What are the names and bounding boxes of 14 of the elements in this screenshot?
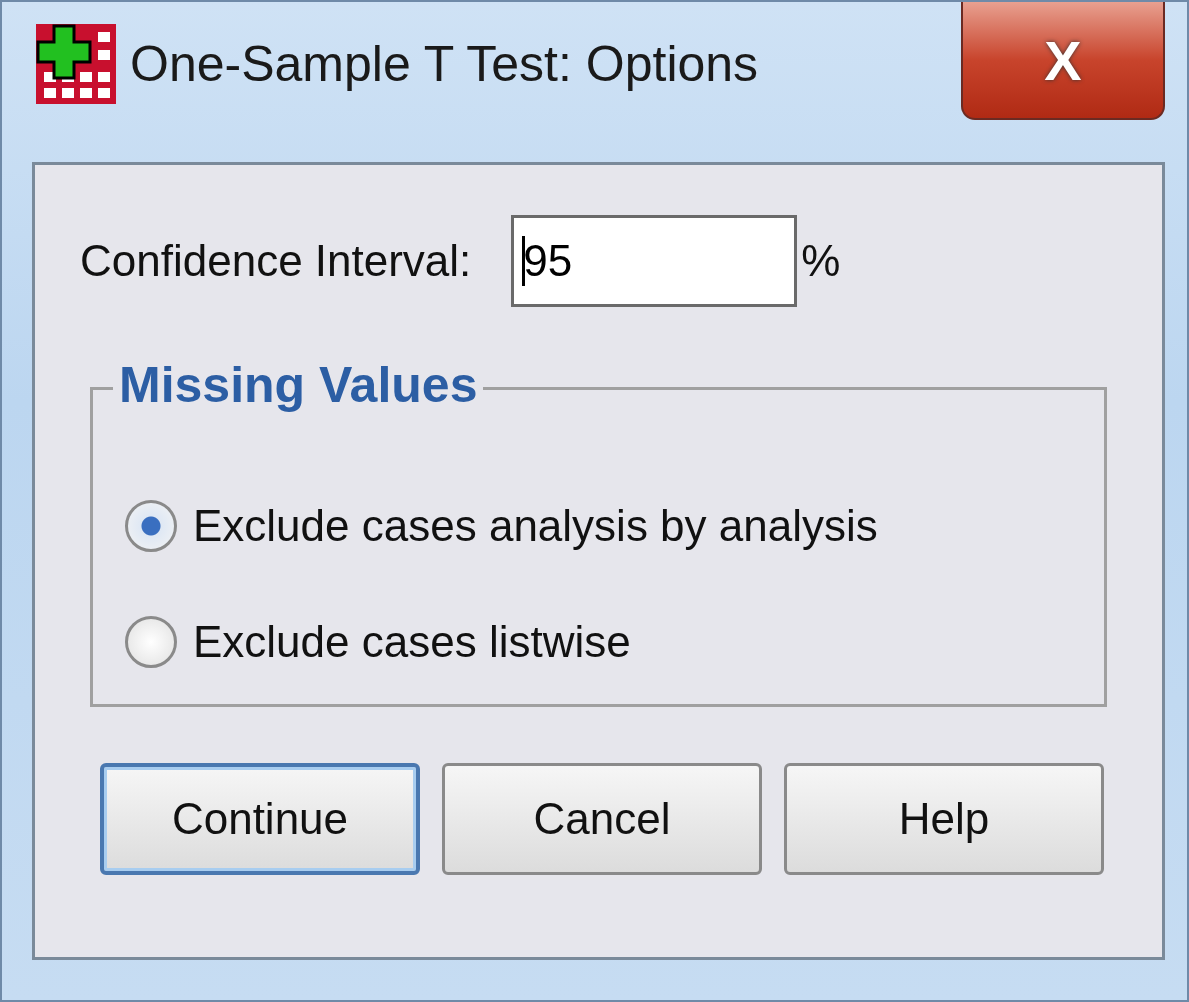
option-label[interactable]: Exclude cases listwise <box>193 617 631 667</box>
radio-button[interactable] <box>125 616 177 668</box>
window-title: One-Sample T Test: Options <box>130 35 759 93</box>
radio-button[interactable] <box>125 500 177 552</box>
unit-label: % <box>801 236 841 286</box>
close-button[interactable]: X <box>961 2 1165 120</box>
text-cursor <box>522 236 526 286</box>
dialog-button[interactable]: Cancel <box>442 763 762 875</box>
app-icon <box>36 24 116 104</box>
dialog-button[interactable]: Continue <box>100 763 420 875</box>
dialog-button[interactable]: Help <box>784 763 1104 875</box>
option-label[interactable]: Exclude cases analysis by analysis <box>193 501 878 551</box>
field-label: Confidence Interval: <box>80 236 472 286</box>
input-field[interactable]: 95 <box>511 215 798 307</box>
